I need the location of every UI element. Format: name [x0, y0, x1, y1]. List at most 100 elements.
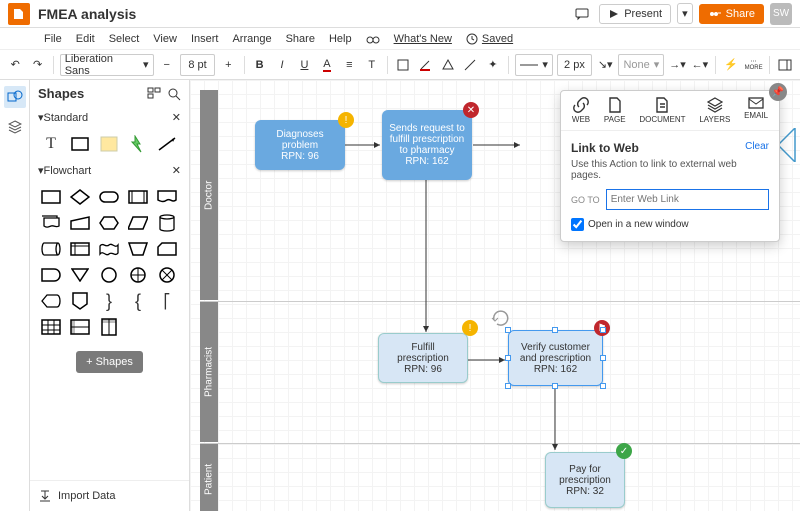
- fc-brace-close[interactable]: {: [127, 291, 149, 311]
- magic-button[interactable]: ✦: [484, 54, 502, 76]
- lane-doctor[interactable]: Doctor: [200, 90, 218, 300]
- line-button[interactable]: [461, 54, 479, 76]
- fc-note[interactable]: ⎡: [156, 291, 178, 311]
- node-verify[interactable]: Verify customer and prescription RPN: 16…: [508, 330, 603, 386]
- font-dec[interactable]: −: [158, 54, 176, 76]
- doc-title[interactable]: FMEA analysis: [38, 6, 136, 22]
- decision-partial[interactable]: [778, 128, 800, 162]
- fill-button[interactable]: [394, 54, 412, 76]
- new-window-checkbox[interactable]: Open in a new window: [571, 218, 769, 231]
- present-dropdown[interactable]: ▾: [677, 3, 693, 24]
- user-avatar[interactable]: SW: [770, 3, 792, 25]
- fc-harddisk[interactable]: [40, 239, 62, 259]
- cat-standard[interactable]: Standard: [44, 112, 89, 124]
- font-inc[interactable]: +: [219, 54, 237, 76]
- add-shapes-button[interactable]: + Shapes: [76, 351, 143, 373]
- menu-edit[interactable]: Edit: [76, 33, 95, 45]
- note-shape[interactable]: [98, 134, 120, 154]
- resize-handle[interactable]: [600, 355, 606, 361]
- fc-internal[interactable]: [69, 239, 91, 259]
- resize-handle[interactable]: [505, 327, 511, 333]
- resize-handle[interactable]: [552, 327, 558, 333]
- new-window-check-input[interactable]: [571, 218, 584, 231]
- node-send[interactable]: Sends request to fulfill prescription to…: [382, 110, 472, 180]
- fc-manual-op[interactable]: [127, 239, 149, 259]
- fc-brace-open[interactable]: }: [98, 291, 120, 311]
- font-size[interactable]: 8 pt: [180, 54, 215, 76]
- text-shape[interactable]: T: [40, 134, 62, 154]
- text-options-button[interactable]: T: [363, 54, 381, 76]
- ok-badge-icon[interactable]: ✓: [616, 443, 632, 459]
- fc-delay[interactable]: [40, 265, 62, 285]
- share-button[interactable]: Share: [699, 4, 764, 24]
- cat-flowchart[interactable]: Flowchart: [44, 165, 92, 177]
- stroke-width[interactable]: 2 px: [557, 54, 592, 76]
- close-icon[interactable]: ✕: [172, 164, 181, 177]
- line-end-select[interactable]: None▾: [618, 54, 664, 76]
- present-button[interactable]: Present: [599, 4, 671, 24]
- search-icon[interactable]: [167, 87, 181, 101]
- menu-share[interactable]: Share: [286, 33, 315, 45]
- menu-file[interactable]: File: [44, 33, 62, 45]
- fc-terminator[interactable]: [98, 187, 120, 207]
- lane-patient[interactable]: Patient: [200, 444, 218, 511]
- tab-layers[interactable]: LAYERS: [699, 97, 730, 124]
- border-color-button[interactable]: [416, 54, 434, 76]
- resize-handle[interactable]: [505, 355, 511, 361]
- undo-button[interactable]: ↶: [6, 54, 24, 76]
- resize-handle[interactable]: [552, 383, 558, 389]
- fc-card[interactable]: [156, 239, 178, 259]
- fc-manual-input[interactable]: [69, 213, 91, 233]
- fc-document[interactable]: [156, 187, 178, 207]
- line-shape[interactable]: [156, 134, 178, 154]
- text-color-button[interactable]: A: [318, 54, 336, 76]
- more-button[interactable]: ⋯MORE: [744, 54, 762, 76]
- clear-link[interactable]: Clear: [745, 141, 769, 155]
- fc-database[interactable]: [156, 213, 178, 233]
- menu-arrange[interactable]: Arrange: [232, 33, 271, 45]
- warn-badge-icon[interactable]: !: [338, 112, 354, 128]
- feedback-icon[interactable]: [571, 3, 593, 25]
- canvas[interactable]: Doctor Pharmacist Patient Diagnoses prob…: [190, 80, 800, 511]
- panel-toggle[interactable]: [776, 54, 794, 76]
- arrow-start-select[interactable]: →▾: [668, 54, 686, 76]
- hotspot-shape[interactable]: [127, 134, 149, 154]
- node-pay[interactable]: Pay for prescription RPN: 32: [545, 452, 625, 508]
- bold-button[interactable]: B: [250, 54, 268, 76]
- menu-insert[interactable]: Insert: [191, 33, 219, 45]
- fc-preparation[interactable]: [98, 213, 120, 233]
- import-data-button[interactable]: Import Data: [38, 489, 181, 503]
- italic-button[interactable]: I: [273, 54, 291, 76]
- fc-or[interactable]: [127, 265, 149, 285]
- shape-color-button[interactable]: [439, 54, 457, 76]
- tab-web[interactable]: WEB: [572, 97, 590, 124]
- redo-button[interactable]: ↷: [28, 54, 46, 76]
- fc-data[interactable]: [127, 213, 149, 233]
- warn-badge-icon[interactable]: !: [462, 320, 478, 336]
- line-style-select[interactable]: ▾: [515, 54, 553, 76]
- web-link-input[interactable]: [606, 189, 769, 210]
- fc-display[interactable]: [40, 291, 62, 311]
- fc-multidoc[interactable]: [40, 213, 62, 233]
- fc-connector[interactable]: [98, 265, 120, 285]
- pin-icon[interactable]: 📌: [769, 83, 787, 101]
- menu-view[interactable]: View: [153, 33, 177, 45]
- menu-select[interactable]: Select: [109, 33, 140, 45]
- error-badge-icon[interactable]: ✕: [463, 102, 479, 118]
- tab-email[interactable]: EMAIL: [744, 97, 768, 124]
- resize-handle[interactable]: [505, 383, 511, 389]
- font-select[interactable]: Liberation Sans▾: [60, 54, 154, 76]
- fc-decision[interactable]: [69, 187, 91, 207]
- binoculars-icon[interactable]: [366, 33, 380, 45]
- rotate-handle-icon[interactable]: [490, 308, 510, 326]
- resize-handle[interactable]: [600, 327, 606, 333]
- fc-table[interactable]: [40, 317, 62, 337]
- fc-predef[interactable]: [127, 187, 149, 207]
- shape-lib-icon[interactable]: [147, 87, 161, 101]
- menu-help[interactable]: Help: [329, 33, 352, 45]
- resize-handle[interactable]: [600, 383, 606, 389]
- node-fulfill[interactable]: Fulfill prescription RPN: 96: [378, 333, 468, 383]
- lane-pharmacist[interactable]: Pharmacist: [200, 302, 218, 442]
- fc-offpage[interactable]: [69, 291, 91, 311]
- fc-merge[interactable]: [69, 265, 91, 285]
